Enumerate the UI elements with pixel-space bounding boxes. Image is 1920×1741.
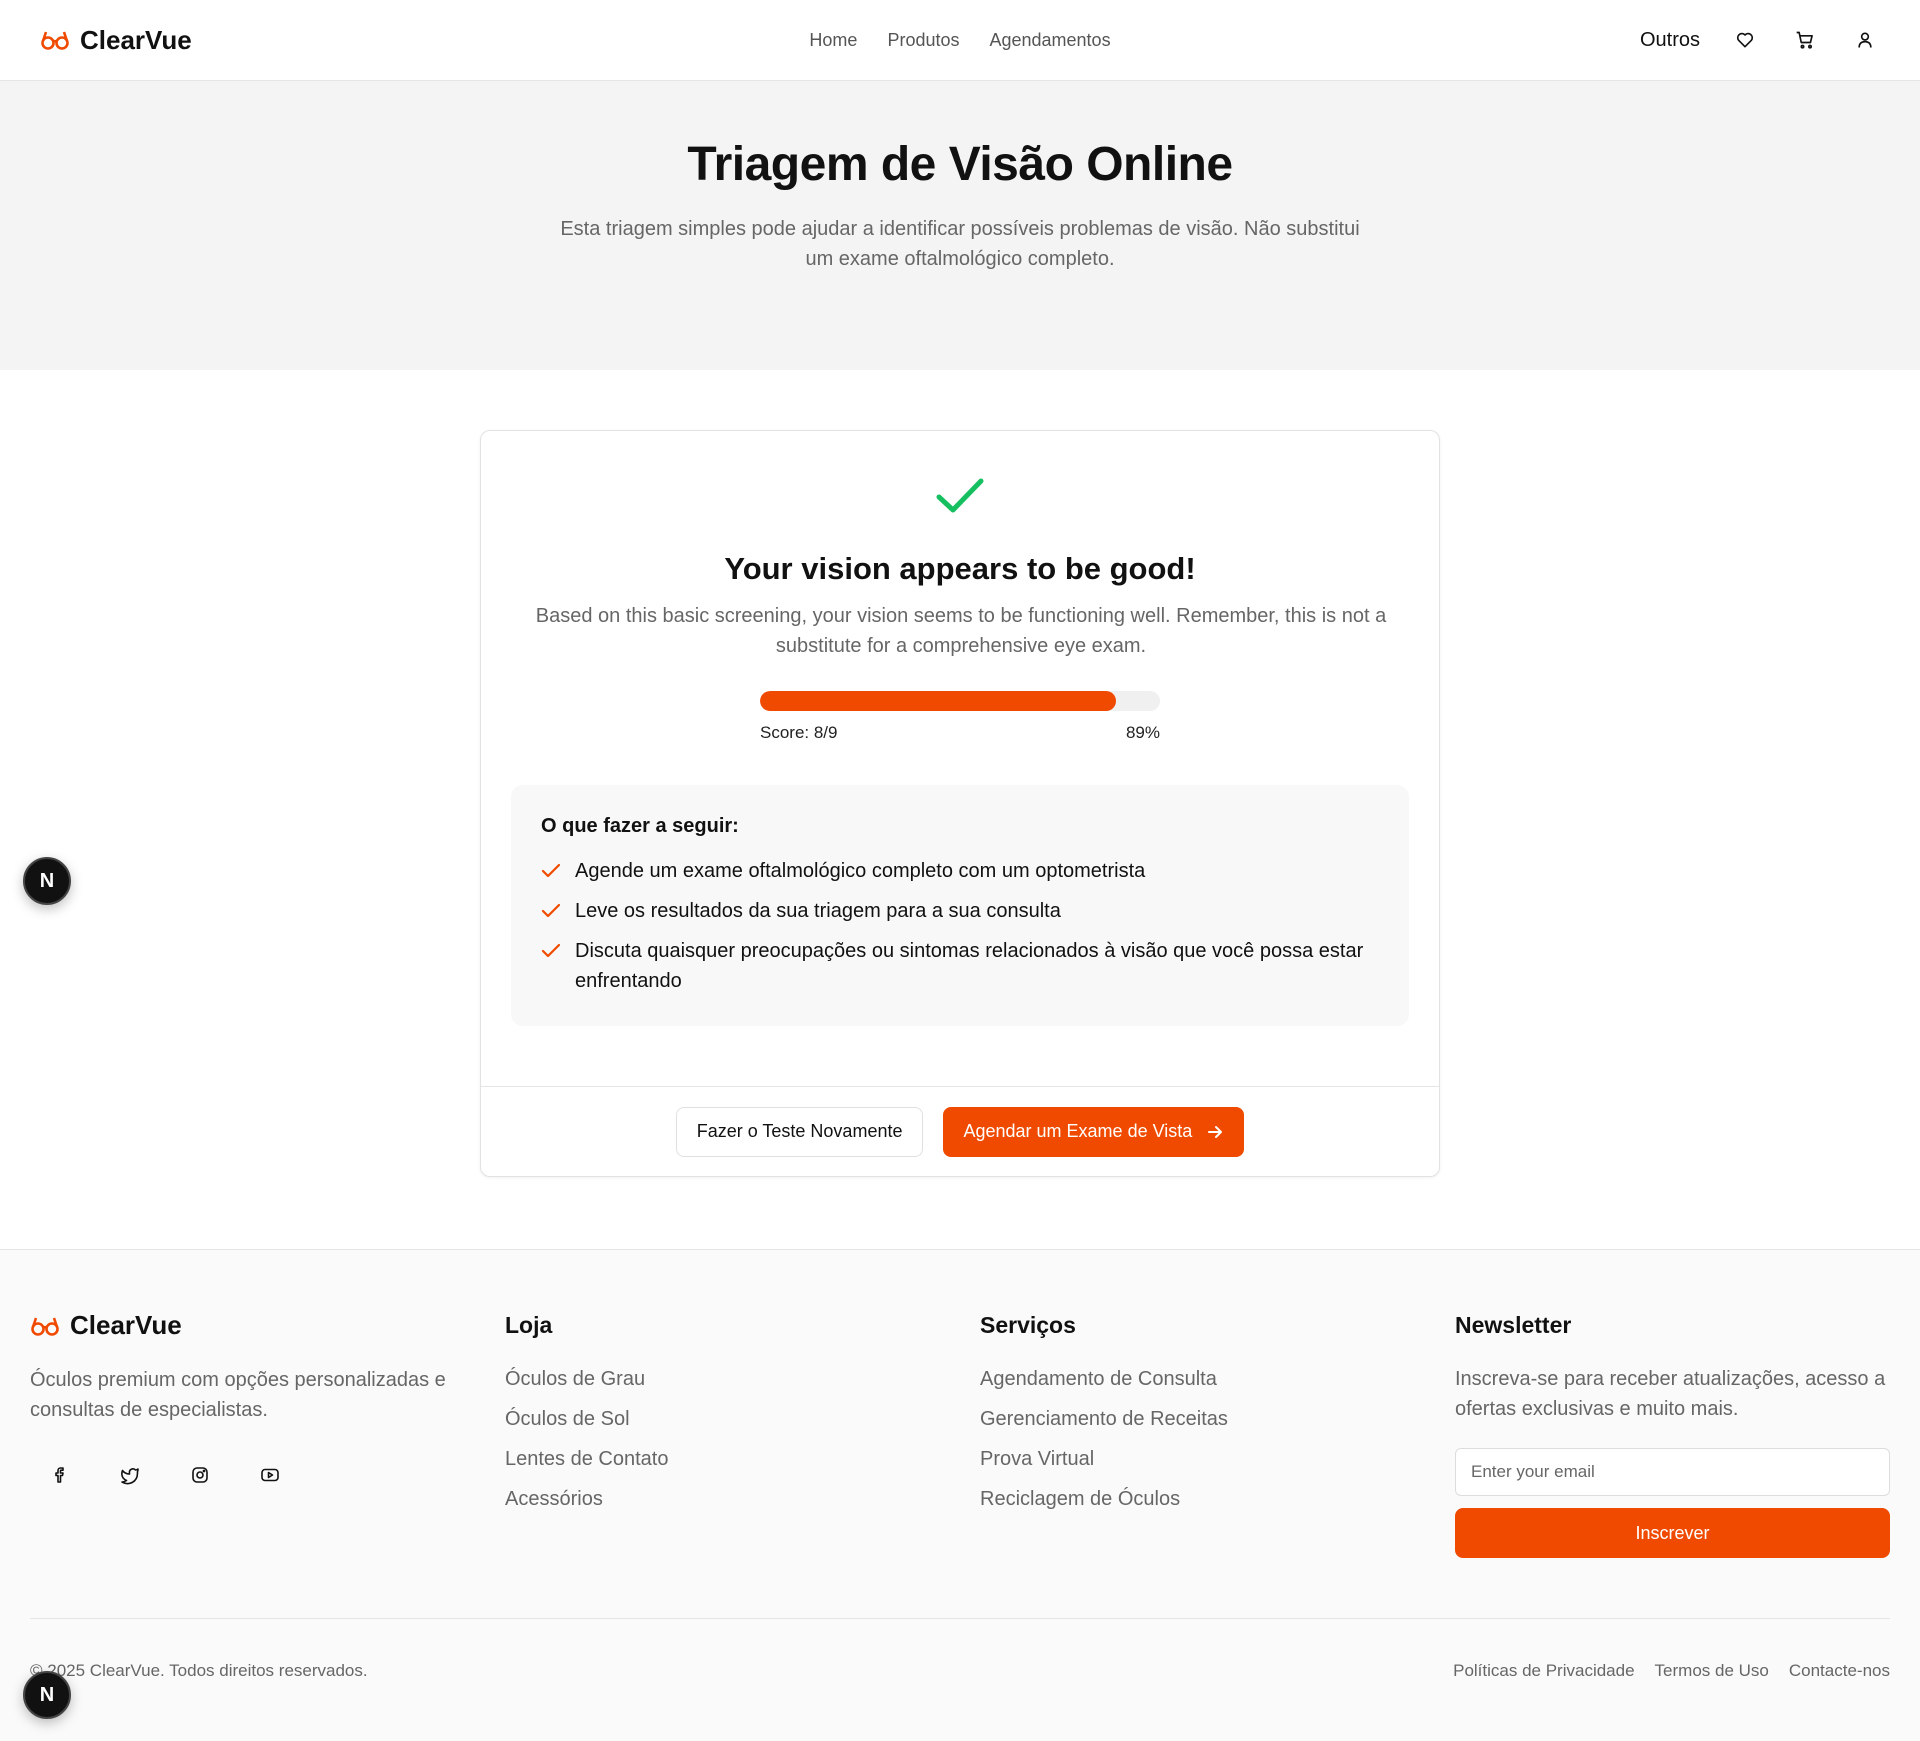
main-content: Your vision appears to be good! Based on… [0, 370, 1920, 1249]
list-item: Leve os resultados da sua triagem para a… [541, 896, 1379, 926]
contact-link[interactable]: Contacte-nos [1789, 1661, 1890, 1681]
email-field[interactable] [1455, 1448, 1890, 1496]
shop-link-acessorios[interactable]: Acessórios [505, 1484, 980, 1514]
facebook-link[interactable] [40, 1455, 80, 1495]
result-description: Based on this basic screening, your visi… [535, 605, 1387, 657]
result-title: Your vision appears to be good! [724, 551, 1196, 586]
instagram-link[interactable] [180, 1455, 220, 1495]
services-link-prova-virtual[interactable]: Prova Virtual [980, 1444, 1455, 1474]
next-steps-box: O que fazer a seguir: Agende um exame of… [511, 785, 1409, 1026]
services-heading: Serviços [980, 1312, 1076, 1338]
next-step-text: Discuta quaisquer preocupações ou sintom… [575, 940, 1364, 992]
services-links: Agendamento de Consulta Gerenciamento de… [980, 1364, 1455, 1514]
cart-button[interactable] [1790, 25, 1820, 55]
main-nav: Home Produtos Agendamentos [809, 30, 1110, 51]
next-step-text: Agende um exame oftalmológico completo c… [575, 860, 1146, 882]
shop-link-lentes-de-contato[interactable]: Lentes de Contato [505, 1444, 980, 1474]
result-card-footer: Fazer o Teste Novamente Agendar um Exame… [481, 1086, 1439, 1176]
cart-icon [1796, 31, 1813, 49]
subscribe-button[interactable]: Inscrever [1455, 1508, 1890, 1558]
nav-agendamentos[interactable]: Agendamentos [989, 30, 1110, 51]
shop-link-oculos-de-sol[interactable]: Óculos de Sol [505, 1404, 980, 1434]
glasses-icon [31, 1317, 59, 1336]
terms-link[interactable]: Termos de Uso [1655, 1661, 1769, 1681]
next-steps-list: Agende um exame oftalmológico completo c… [541, 856, 1379, 996]
footer-bottom: © 2025 ClearVue. Todos direitos reservad… [30, 1618, 1890, 1723]
newsletter-description: Inscreva-se para receber atualizações, a… [1455, 1368, 1886, 1420]
newsletter-heading: Newsletter [1455, 1312, 1572, 1338]
check-icon [541, 863, 561, 878]
copyright: © 2025 ClearVue. Todos direitos reservad… [30, 1661, 368, 1680]
next-step-text: Leve os resultados da sua triagem para a… [575, 900, 1061, 922]
brand-name: ClearVue [80, 24, 192, 55]
wishlist-button[interactable] [1730, 25, 1760, 55]
list-item: Agende um exame oftalmológico completo c… [541, 856, 1379, 886]
nav-home[interactable]: Home [809, 30, 857, 51]
outros-menu[interactable]: Outros [1640, 29, 1700, 52]
shop-link-oculos-de-grau[interactable]: Óculos de Grau [505, 1364, 980, 1394]
heart-icon [1736, 32, 1754, 48]
footer-brand-column: ClearVue Óculos premium com opções perso… [30, 1310, 505, 1558]
instagram-icon [192, 1467, 208, 1483]
percent-label: 89% [1125, 723, 1160, 742]
site-footer: ClearVue Óculos premium com opções perso… [0, 1249, 1920, 1741]
brand-logo[interactable]: ClearVue [40, 25, 192, 56]
next-steps-title: O que fazer a seguir: [541, 815, 739, 837]
score-label: Score: 8/9 [760, 723, 838, 742]
schedule-exam-label: Agendar um Exame de Vista [963, 1121, 1193, 1141]
footer-newsletter-column: Newsletter Inscreva-se para receber atua… [1455, 1310, 1890, 1558]
youtube-link[interactable] [250, 1455, 290, 1495]
page-title: Triagem de Visão Online [687, 138, 1233, 191]
footer-description: Óculos premium com opções personalizadas… [30, 1369, 446, 1421]
retry-test-button[interactable]: Fazer o Teste Novamente [675, 1106, 924, 1157]
nav-produtos[interactable]: Produtos [887, 30, 959, 51]
twitter-link[interactable] [110, 1455, 150, 1495]
glasses-icon [41, 31, 69, 50]
result-card-body: Your vision appears to be good! Based on… [481, 431, 1439, 1086]
user-icon [1858, 32, 1872, 48]
dev-tools-badge[interactable]: N [23, 1671, 71, 1719]
footer-brand[interactable]: ClearVue [30, 1310, 505, 1341]
facebook-icon [55, 1467, 64, 1483]
legal-links: Políticas de Privacidade Termos de Uso C… [1453, 1661, 1890, 1681]
footer-shop-column: Loja Óculos de Grau Óculos de Sol Lentes… [505, 1310, 980, 1558]
youtube-icon [261, 1468, 279, 1482]
header-actions: Outros [1640, 25, 1880, 55]
shop-links: Óculos de Grau Óculos de Sol Lentes de C… [505, 1364, 980, 1514]
privacy-link[interactable]: Políticas de Privacidade [1453, 1661, 1634, 1681]
footer-columns: ClearVue Óculos premium com opções perso… [30, 1310, 1890, 1558]
social-links [30, 1455, 505, 1495]
services-link-agendamento[interactable]: Agendamento de Consulta [980, 1364, 1455, 1394]
dev-tools-badge[interactable]: N [23, 857, 71, 905]
footer-brand-name: ClearVue [70, 1310, 182, 1340]
schedule-exam-button[interactable]: Agendar um Exame de Vista [943, 1106, 1245, 1157]
check-icon [541, 943, 561, 958]
progress-labels: Score: 8/9 89% [760, 723, 1160, 743]
success-check-icon [933, 469, 987, 523]
account-button[interactable] [1850, 25, 1880, 55]
shop-heading: Loja [505, 1312, 553, 1338]
site-header: ClearVue Home Produtos Agendamentos Outr… [0, 0, 1920, 81]
arrow-right-icon [1208, 1125, 1223, 1138]
services-link-reciclagem[interactable]: Reciclagem de Óculos [980, 1484, 1455, 1514]
progress-fill [760, 691, 1116, 711]
list-item: Discuta quaisquer preocupações ou sintom… [541, 936, 1379, 996]
twitter-icon [121, 1468, 139, 1485]
services-link-receitas[interactable]: Gerenciamento de Receitas [980, 1404, 1455, 1434]
footer-services-column: Serviços Agendamento de Consulta Gerenci… [980, 1310, 1455, 1558]
check-icon [541, 903, 561, 918]
progress-track [760, 691, 1160, 711]
result-card: Your vision appears to be good! Based on… [480, 430, 1440, 1177]
page-subtitle: Esta triagem simples pode ajudar a ident… [560, 218, 1360, 270]
score-progress: Score: 8/9 89% [760, 691, 1160, 743]
hero-section: Triagem de Visão Online Esta triagem sim… [0, 81, 1920, 370]
